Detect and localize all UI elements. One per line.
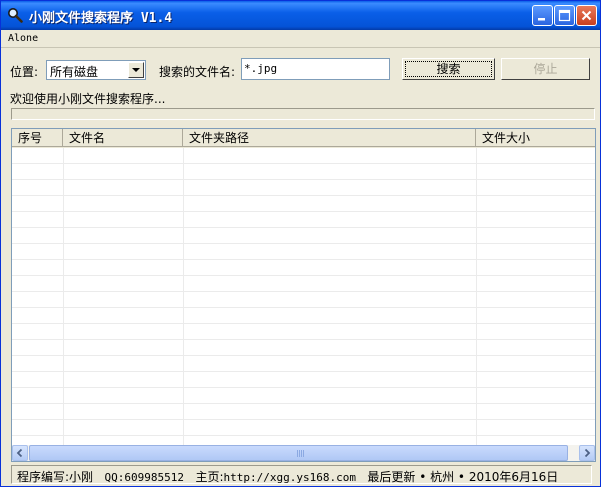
results-list[interactable]: 序号 文件名 文件夹路径 文件大小 (11, 128, 596, 462)
maximize-icon (558, 9, 571, 22)
location-select[interactable]: 所有磁盘 (46, 60, 146, 80)
close-icon (581, 10, 592, 21)
minimize-button[interactable] (532, 5, 553, 26)
menu-bar: Alone (1, 30, 600, 48)
qq-number: 609985512 (124, 471, 184, 484)
menu-divider (1, 47, 600, 48)
menu-item-alone[interactable]: Alone (8, 33, 38, 44)
list-header: 序号 文件名 文件夹路径 文件大小 (12, 129, 595, 148)
chevron-down-icon (132, 68, 140, 72)
updated-date: 2010年6月16日 (468, 470, 559, 484)
horizontal-scrollbar[interactable] (12, 445, 595, 461)
status-message: 欢迎使用小刚文件搜索程序... (10, 92, 166, 106)
scroll-grip (297, 450, 305, 457)
chevron-right-icon (584, 448, 591, 458)
home-url: http://xgg.ys168.com (223, 471, 356, 484)
column-header-file-size[interactable]: 文件大小 (476, 129, 595, 147)
column-header-folder-path[interactable]: 文件夹路径 (183, 129, 476, 147)
updated-label: 最后更新 • 杭州 • (367, 470, 469, 484)
list-rows (12, 148, 595, 445)
maximize-button[interactable] (554, 5, 575, 26)
status-info: 程序编写:小刚 QQ:609985512 主页:http://xgg.ys168… (17, 468, 558, 485)
grid-line (476, 148, 477, 445)
search-button[interactable]: 搜索 (402, 58, 495, 80)
progress-bar (11, 108, 595, 120)
stop-button[interactable]: 停止 (501, 58, 590, 80)
minimize-icon (538, 18, 545, 21)
filename-input[interactable]: *.jpg (241, 58, 390, 80)
magnifier-icon (8, 8, 23, 23)
app-window: 小刚文件搜索程序 V1.4 Alone 位置: 所有磁盘 搜索的文件名: *.j… (0, 0, 601, 487)
author-label: 程序编写: (17, 470, 70, 484)
column-header-index[interactable]: 序号 (12, 129, 63, 147)
scroll-left-button[interactable] (12, 445, 28, 461)
column-header-filename[interactable]: 文件名 (63, 129, 183, 147)
filename-label: 搜索的文件名: (159, 65, 236, 79)
title-bar[interactable]: 小刚文件搜索程序 V1.4 (1, 1, 600, 30)
status-panel: 程序编写:小刚 QQ:609985512 主页:http://xgg.ys168… (11, 465, 592, 484)
grid-line (183, 148, 184, 445)
location-label: 位置: (10, 65, 39, 79)
scroll-thumb[interactable] (29, 445, 568, 461)
close-button[interactable] (576, 5, 597, 26)
grid-line (63, 148, 64, 445)
qq-label: QQ: (104, 471, 125, 484)
location-value: 所有磁盘 (50, 65, 99, 79)
chevron-left-icon (16, 448, 23, 458)
window-title: 小刚文件搜索程序 V1.4 (29, 11, 173, 26)
status-bar: 程序编写:小刚 QQ:609985512 主页:http://xgg.ys168… (1, 464, 600, 486)
filename-value: *.jpg (244, 62, 278, 75)
scroll-right-button[interactable] (579, 445, 595, 461)
author-name: 小刚 (69, 470, 94, 484)
home-label: 主页: (195, 470, 224, 484)
dropdown-button[interactable] (128, 62, 144, 78)
